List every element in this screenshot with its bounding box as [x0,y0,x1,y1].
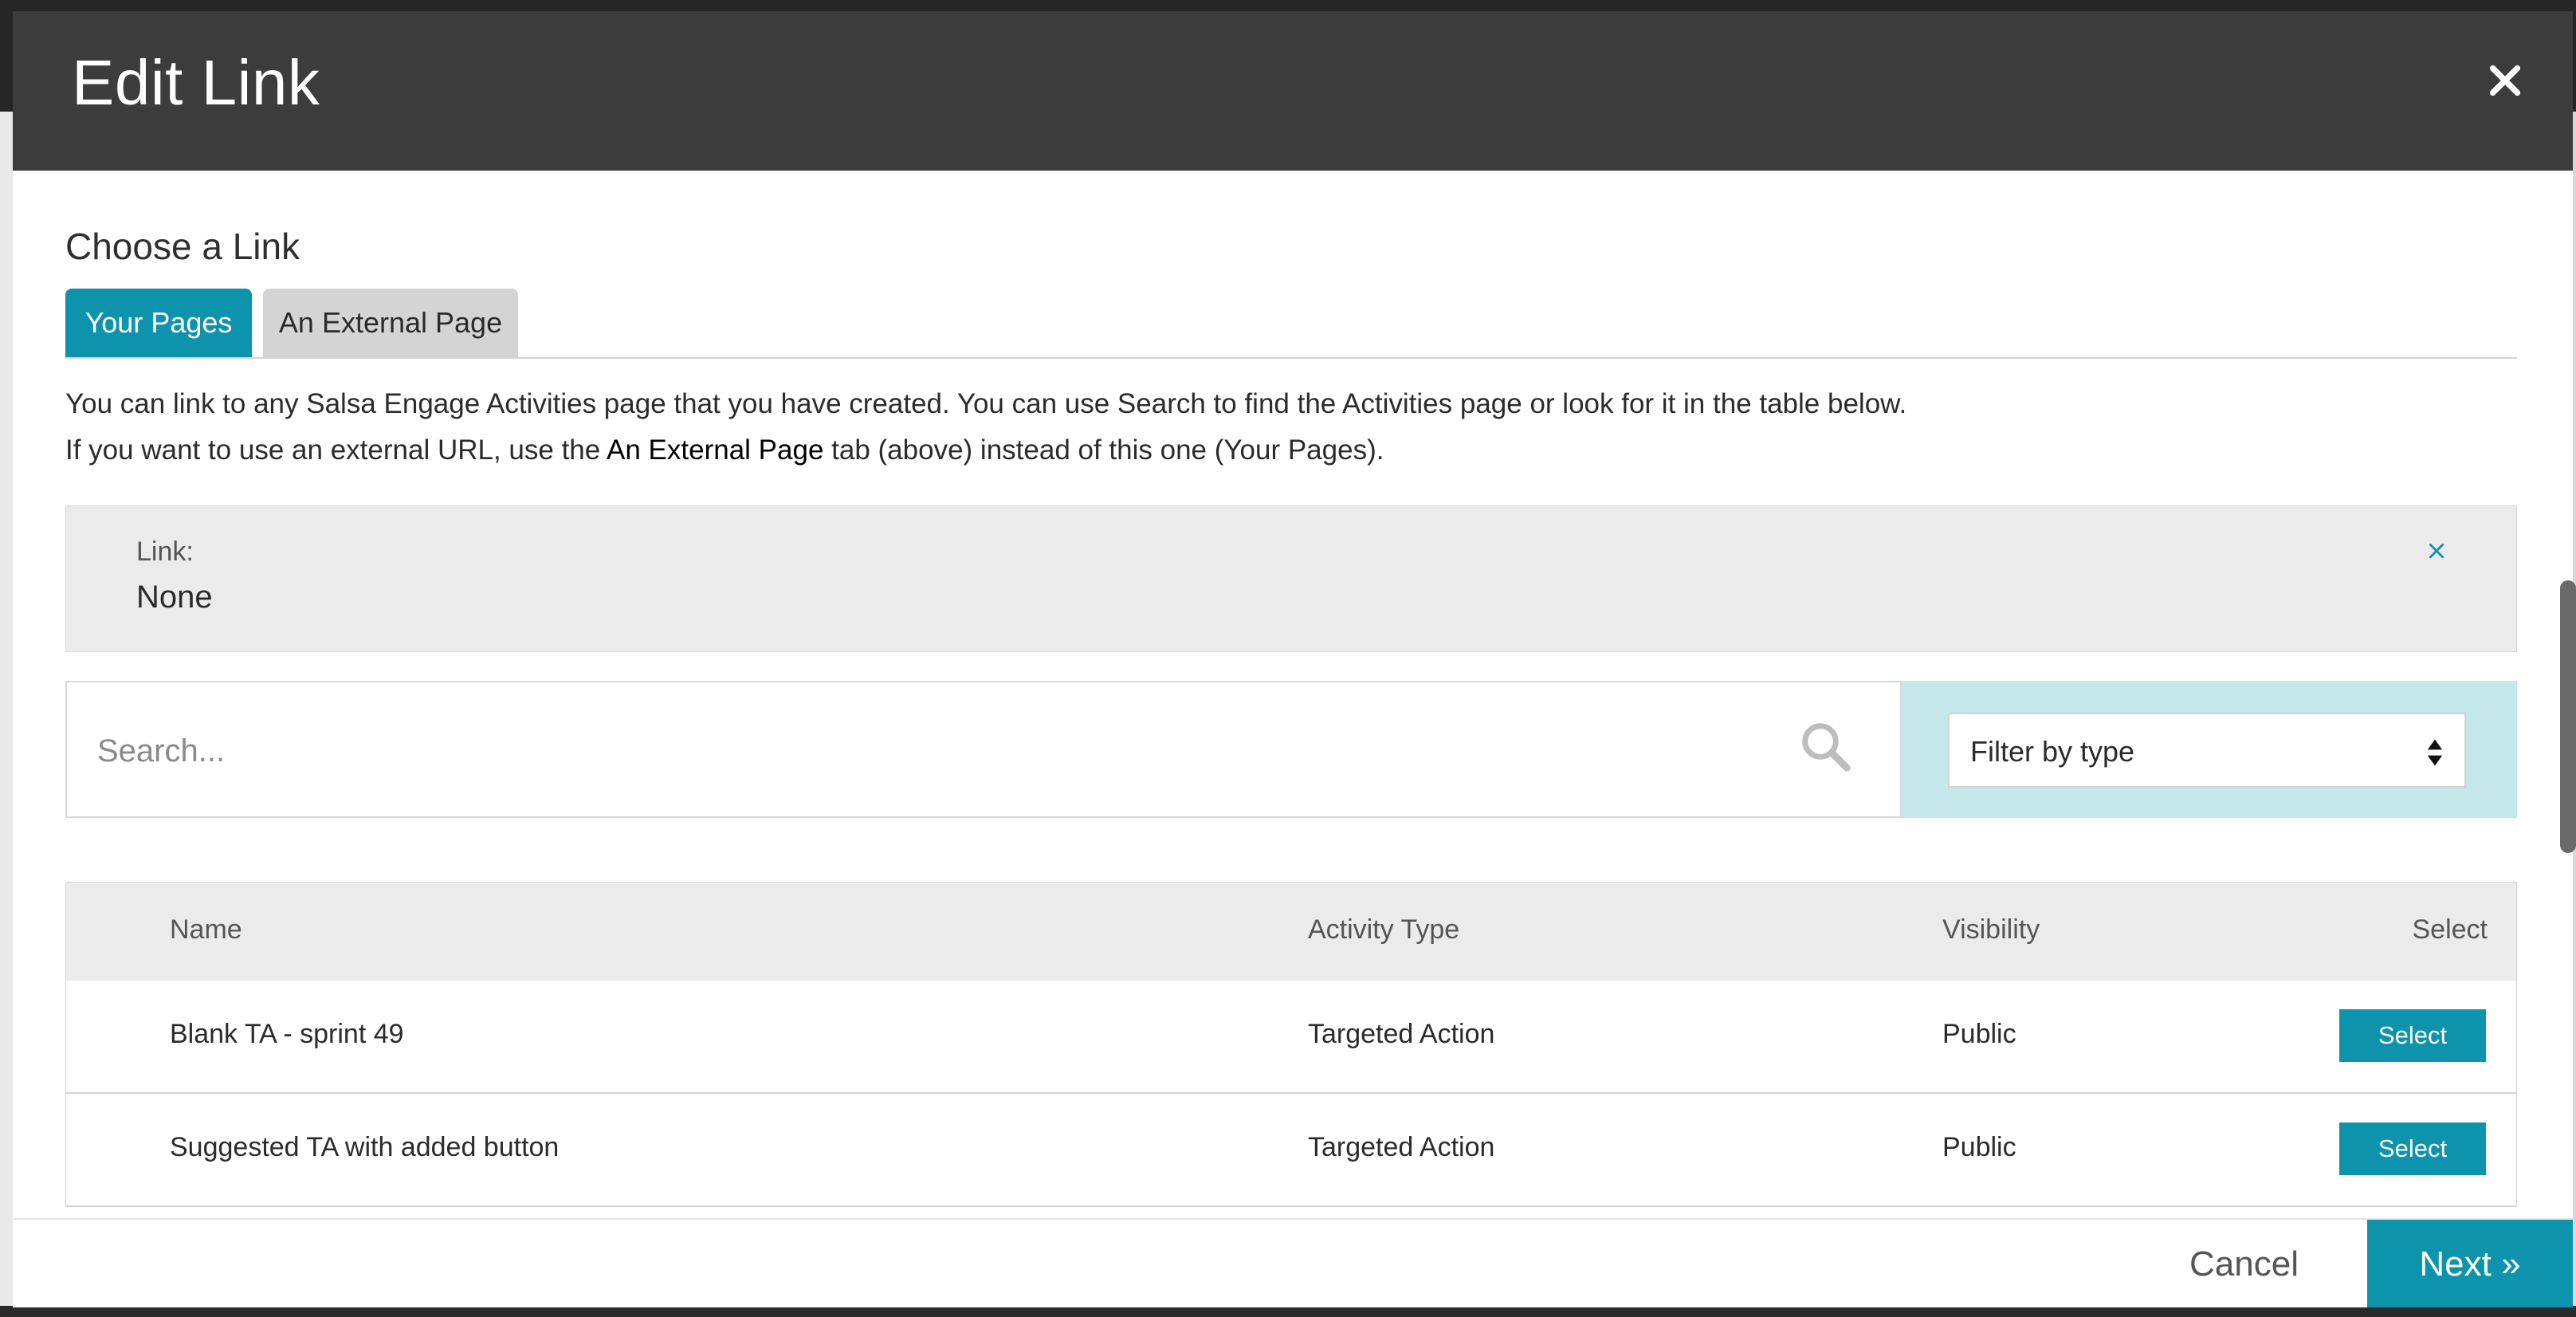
table-header: Name Activity Type Visibility Select [65,882,2517,982]
clear-link-icon [2429,543,2444,559]
tab-your-pages[interactable]: Your Pages [65,289,252,357]
search-filter-row: Filter by type [65,681,2517,820]
column-header-select: Select [2412,914,2488,945]
background-app-left [0,112,13,1317]
filter-type-value: Filter by type [1970,735,2135,768]
row-name: Blank TA - sprint 49 [170,1019,404,1049]
row-activity-type: Targeted Action [1308,1019,1495,1049]
table-row: Blank TA - sprint 49 Targeted Action Pub… [65,981,2517,1094]
page-scrollbar[interactable] [2560,580,2576,853]
link-value: None [136,580,213,615]
background-app-bottom [0,1306,2576,1317]
section-title: Choose a Link [65,226,300,267]
column-header-activity-type[interactable]: Activity Type [1308,914,1459,945]
intro-line-2-suffix: tab (above) instead of this one (Your Pa… [823,434,1384,466]
select-button[interactable]: Select [2339,1122,2486,1175]
intro-line-1: You can link to any Salsa Engage Activit… [65,388,1907,419]
current-link-panel: Link: None [65,505,2517,652]
tab-external-page[interactable]: An External Page [263,289,518,357]
select-button[interactable]: Select [2339,1009,2486,1062]
row-visibility: Public [1942,1019,2016,1049]
table-row: Suggested TA with added button Targeted … [65,1094,2517,1207]
search-icon[interactable] [1798,719,1854,775]
link-label: Link: [136,537,194,567]
cancel-button[interactable]: Cancel [2189,1220,2299,1307]
edit-link-modal: Edit Link Choose a Link Your Pages An Ex… [13,11,2573,1307]
link-tabs: Your Pages An External Page [65,289,2517,359]
intro-text: You can link to any Salsa Engage Activit… [65,381,2517,474]
search-box [65,681,1902,818]
intro-line-2-prefix: If you want to use an external URL, use … [65,434,607,466]
next-button[interactable]: Next » [2367,1220,2573,1307]
column-header-visibility[interactable]: Visibility [1942,914,2040,945]
filter-type-select[interactable]: Filter by type [1948,713,2466,788]
modal-header: Edit Link [13,11,2573,171]
row-visibility: Public [1942,1132,2016,1162]
row-activity-type: Targeted Action [1308,1132,1495,1162]
intro-line-2-strong: An External Page [607,434,824,466]
row-name: Suggested TA with added button [170,1132,560,1162]
filter-panel: Filter by type [1902,681,2517,818]
column-header-name[interactable]: Name [170,914,242,945]
select-arrows-icon [2427,739,2443,766]
clear-link-button[interactable] [2421,535,2452,567]
search-input[interactable] [96,722,1836,780]
close-button[interactable] [2477,53,2533,108]
modal-title: Edit Link [72,47,320,118]
modal-footer: Cancel Next » [13,1218,2573,1307]
close-icon [2489,65,2521,96]
intro-line-2: If you want to use an external URL, use … [65,427,2517,474]
